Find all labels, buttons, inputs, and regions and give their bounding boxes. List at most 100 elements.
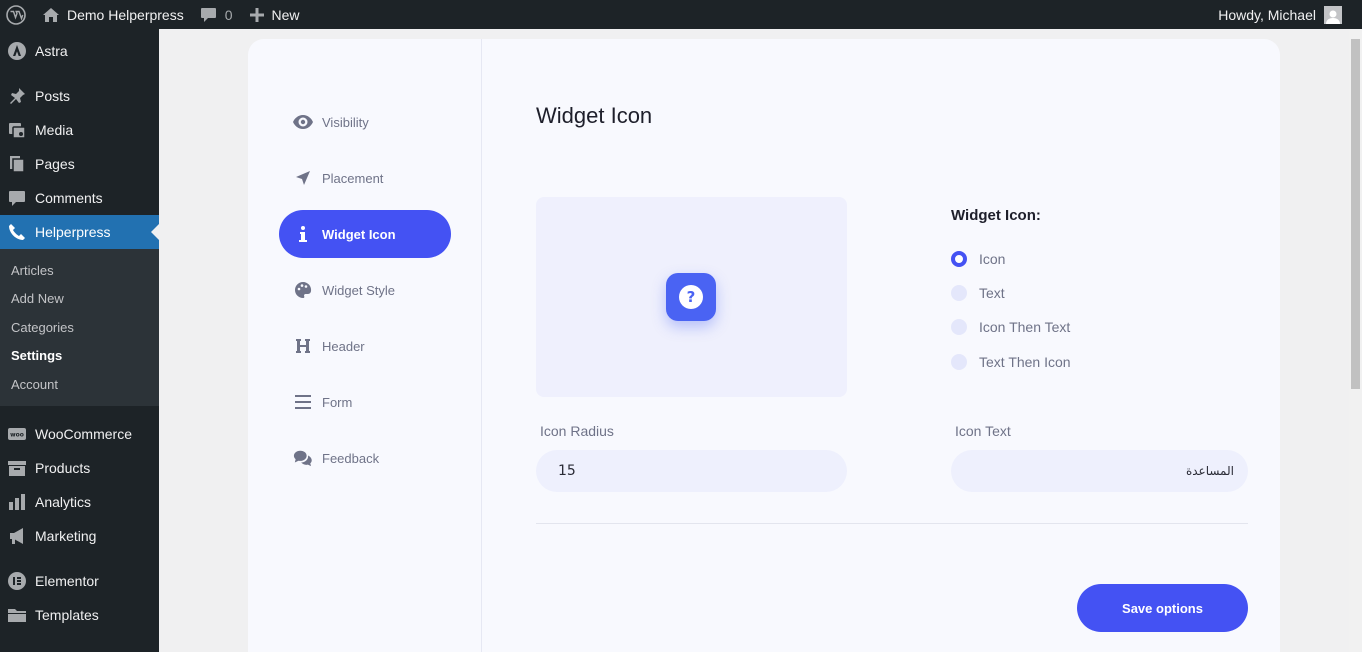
sidebar-item-label: Pages	[35, 156, 75, 172]
sidebar-item-label: Products	[35, 459, 91, 476]
home-icon	[42, 7, 60, 23]
radio-button[interactable]	[951, 319, 967, 335]
comments-icon	[293, 448, 313, 468]
new-label: New	[271, 6, 300, 23]
radio-option-icon[interactable]: Icon	[951, 251, 1005, 267]
phone-icon	[7, 222, 27, 242]
radio-label: Text Then Icon	[979, 354, 1071, 370]
sidebar-item-templates[interactable]: Templates	[0, 598, 159, 632]
radio-button[interactable]	[951, 285, 967, 301]
icon-radius-input[interactable]	[536, 450, 847, 492]
radio-label: Text	[979, 285, 1005, 301]
question-circle-icon: ?	[679, 285, 703, 309]
sidebar-item-astra[interactable]: Astra	[0, 34, 159, 68]
archive-icon	[7, 458, 27, 478]
widget-preview: ?	[536, 197, 847, 397]
woo-icon: woo	[7, 424, 27, 444]
radio-button-checked[interactable]	[951, 251, 967, 267]
sidebar-item-media[interactable]: Media	[0, 113, 159, 147]
submenu-item-account[interactable]: Account	[0, 370, 159, 399]
radio-option-icon-then-text[interactable]: Icon Then Text	[951, 319, 1070, 335]
submenu-item-articles[interactable]: Articles	[0, 256, 159, 285]
sidebar-item-label: Astra	[35, 43, 68, 59]
sidebar-item-helperpress[interactable]: Helperpress	[0, 215, 159, 249]
tab-label: Widget Style	[322, 282, 395, 298]
radio-option-text[interactable]: Text	[951, 285, 1005, 301]
icon-radius-label: Icon Radius	[540, 423, 614, 439]
submenu-item-settings[interactable]: Settings	[0, 342, 159, 371]
howdy-text: Howdy, Michael	[1218, 6, 1316, 23]
comment-bubble-icon	[200, 7, 217, 23]
page-scrollbar[interactable]	[1349, 29, 1362, 652]
tab-label: Visibility	[322, 114, 369, 130]
tab-label: Header	[322, 338, 365, 354]
sidebar-item-woocommerce[interactable]: woo WooCommerce	[0, 417, 159, 451]
wordpress-logo-icon[interactable]	[0, 0, 34, 29]
sidebar-item-posts[interactable]: Posts	[0, 79, 159, 113]
save-options-button[interactable]: Save options	[1077, 584, 1248, 632]
pin-icon	[7, 86, 27, 106]
heading-icon	[293, 336, 313, 356]
widget-launcher-button[interactable]: ?	[666, 273, 716, 321]
avatar	[1324, 5, 1342, 24]
palette-icon	[293, 280, 313, 300]
radio-button[interactable]	[951, 354, 967, 370]
settings-tabs: Visibility Placement Widget Icon Widget …	[248, 39, 482, 652]
tab-label: Widget Icon	[322, 226, 396, 242]
radio-option-text-then-icon[interactable]: Text Then Icon	[951, 354, 1071, 370]
site-name: Demo Helperpress	[67, 6, 184, 23]
pages-icon	[7, 154, 27, 174]
sidebar-item-label: Media	[35, 122, 74, 138]
comments-count: 0	[224, 6, 233, 23]
sidebar-item-label: Marketing	[35, 527, 97, 544]
sidebar-item-pages[interactable]: Pages	[0, 147, 159, 181]
sidebar-item-label: Comments	[35, 190, 103, 206]
sidebar-item-label: Templates	[35, 606, 99, 623]
tab-header[interactable]: Header	[279, 322, 451, 370]
icon-text-input[interactable]	[951, 450, 1248, 492]
sidebar-item-marketing[interactable]: Marketing	[0, 519, 159, 553]
widget-icon-option-label: Widget Icon:	[951, 207, 1041, 224]
tab-feedback[interactable]: Feedback	[279, 434, 451, 482]
sidebar-item-products[interactable]: Products	[0, 451, 159, 485]
new-content-link[interactable]: New	[241, 0, 308, 29]
media-icon	[7, 120, 27, 140]
site-name-link[interactable]: Demo Helperpress	[34, 0, 192, 29]
comments-link[interactable]: 0	[192, 0, 241, 29]
sidebar-item-elementor[interactable]: Elementor	[0, 564, 159, 598]
admin-sidebar: Astra Posts Media Pages Comments Helperp…	[0, 29, 159, 652]
panel-title: Widget Icon	[536, 103, 653, 128]
settings-card: Visibility Placement Widget Icon Widget …	[248, 39, 1280, 652]
tab-form[interactable]: Form	[279, 378, 451, 426]
radio-label: Icon Then Text	[979, 319, 1071, 335]
submenu-item-categories[interactable]: Categories	[0, 313, 159, 342]
location-arrow-icon	[293, 168, 313, 188]
sidebar-item-label: Elementor	[35, 572, 99, 589]
submenu-item-add-new[interactable]: Add New	[0, 285, 159, 314]
tab-label: Feedback	[322, 450, 380, 466]
sidebar-item-comments[interactable]: Comments	[0, 181, 159, 215]
astra-icon	[7, 41, 27, 61]
tab-label: Placement	[322, 170, 384, 186]
my-account-link[interactable]: Howdy, Michael	[1218, 5, 1362, 24]
divider	[536, 523, 1248, 524]
main-content: Visibility Placement Widget Icon Widget …	[159, 29, 1349, 652]
sidebar-item-label: WooCommerce	[35, 425, 132, 442]
tab-label: Form	[322, 394, 353, 410]
tab-placement[interactable]: Placement	[279, 154, 451, 202]
sidebar-item-analytics[interactable]: Analytics	[0, 485, 159, 519]
tab-widget-style[interactable]: Widget Style	[279, 266, 451, 314]
bars-icon	[293, 392, 313, 412]
radio-label: Icon	[979, 251, 1006, 267]
megaphone-icon	[7, 526, 27, 546]
icon-text-label: Icon Text	[955, 423, 1011, 439]
tab-widget-icon[interactable]: Widget Icon	[279, 210, 451, 258]
scrollbar-thumb[interactable]	[1351, 39, 1360, 389]
info-icon	[293, 224, 313, 244]
tab-visibility[interactable]: Visibility	[279, 98, 451, 146]
svg-text:woo: woo	[10, 431, 24, 438]
admin-bar: Demo Helperpress 0 New Howdy, Michael	[0, 0, 1362, 29]
bar-chart-icon	[7, 492, 27, 512]
sidebar-item-label: Helperpress	[35, 224, 111, 240]
helperpress-submenu: Articles Add New Categories Settings Acc…	[0, 249, 159, 406]
